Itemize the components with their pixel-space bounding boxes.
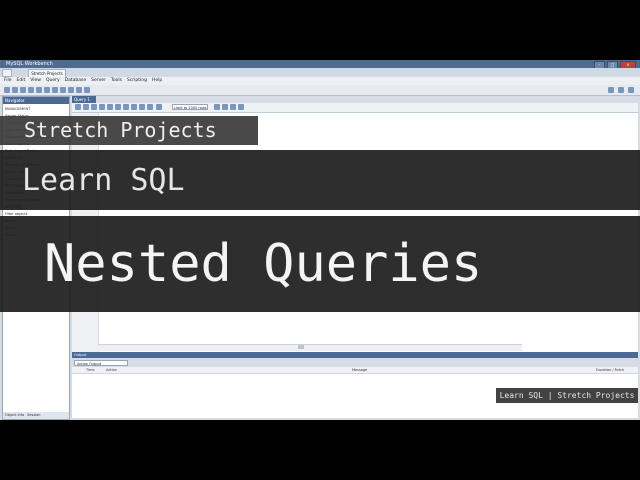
menu-scripting[interactable]: Scripting [127, 77, 147, 85]
execute-current-icon[interactable] [99, 104, 105, 110]
autocommit-icon[interactable] [147, 104, 153, 110]
column-header-action[interactable]: Action [106, 367, 117, 373]
menu-edit[interactable]: Edit [17, 77, 26, 85]
open-sql-icon[interactable] [12, 87, 18, 93]
course-title: Learn SQL [22, 163, 185, 198]
window-title-bar [0, 60, 640, 68]
open-file-icon[interactable] [75, 104, 81, 110]
invisible-chars-icon[interactable] [230, 104, 236, 110]
stop-on-error-icon[interactable] [156, 104, 162, 110]
new-connection-icon[interactable] [4, 87, 10, 93]
column-header-time[interactable]: Time [86, 367, 95, 373]
menu-bar: File Edit View Query Database Server Too… [0, 77, 640, 85]
connection-tab-strip [0, 68, 640, 76]
save-icon[interactable] [20, 87, 26, 93]
scrollbar-thumb[interactable] [298, 345, 304, 349]
window-title: MySQL Workbench [6, 61, 53, 67]
create-table-icon[interactable] [44, 87, 50, 93]
output-column-headers: Time Action Message Duration / Fetch [72, 367, 638, 374]
limit-rows-select[interactable]: Limit to 1000 rows [172, 104, 208, 110]
output-type-select[interactable]: Action Output [74, 360, 128, 366]
tab-object-info[interactable]: Object Info [5, 412, 24, 419]
lesson-title: Nested Queries [44, 234, 483, 294]
commit-icon[interactable] [131, 104, 137, 110]
tab-session[interactable]: Session [27, 412, 40, 419]
navigator-header: Navigator [3, 97, 69, 104]
find-icon[interactable] [222, 104, 228, 110]
menu-tools[interactable]: Tools [111, 77, 122, 85]
layout-icon[interactable] [628, 87, 634, 93]
toggle-error-icon[interactable] [123, 104, 129, 110]
search-table-icon[interactable] [76, 87, 82, 93]
create-function-icon[interactable] [68, 87, 74, 93]
menu-database[interactable]: Database [65, 77, 86, 85]
navigator-bottom-tabs: Object Info Session [3, 412, 69, 419]
panel-toggle-icon[interactable] [618, 87, 624, 93]
series-title: Stretch Projects [24, 118, 217, 142]
create-view-icon[interactable] [52, 87, 58, 93]
reconnect-icon[interactable] [84, 87, 90, 93]
query-toolbar: Limit to 1000 rows [72, 103, 638, 113]
output-panel-header: Output [72, 352, 638, 358]
wrap-lines-icon[interactable] [238, 104, 244, 110]
watermark-label: Learn SQL | Stretch Projects [496, 388, 638, 403]
menu-file[interactable]: File [4, 77, 12, 85]
menu-help[interactable]: Help [152, 77, 162, 85]
create-schema-icon[interactable] [36, 87, 42, 93]
menu-query[interactable]: Query [46, 77, 60, 85]
editor-horizontal-scrollbar[interactable] [98, 344, 522, 351]
column-header-duration[interactable]: Duration / Fetch [596, 367, 624, 373]
rollback-icon[interactable] [139, 104, 145, 110]
beautify-icon[interactable] [214, 104, 220, 110]
save-file-icon[interactable] [83, 104, 89, 110]
menu-server[interactable]: Server [91, 77, 106, 85]
execute-icon[interactable] [91, 104, 97, 110]
gear-icon[interactable] [608, 87, 614, 93]
navigator-row: MANAGEMENT [5, 107, 31, 111]
create-procedure-icon[interactable] [60, 87, 66, 93]
column-header-message[interactable]: Message [352, 367, 367, 373]
explain-icon[interactable] [107, 104, 113, 110]
query-tab[interactable]: Query 1 [72, 96, 96, 103]
menu-view[interactable]: View [30, 77, 41, 85]
stop-icon[interactable] [115, 104, 121, 110]
inspector-icon[interactable] [28, 87, 34, 93]
main-toolbar [0, 85, 640, 96]
home-tab-icon[interactable] [2, 69, 12, 77]
